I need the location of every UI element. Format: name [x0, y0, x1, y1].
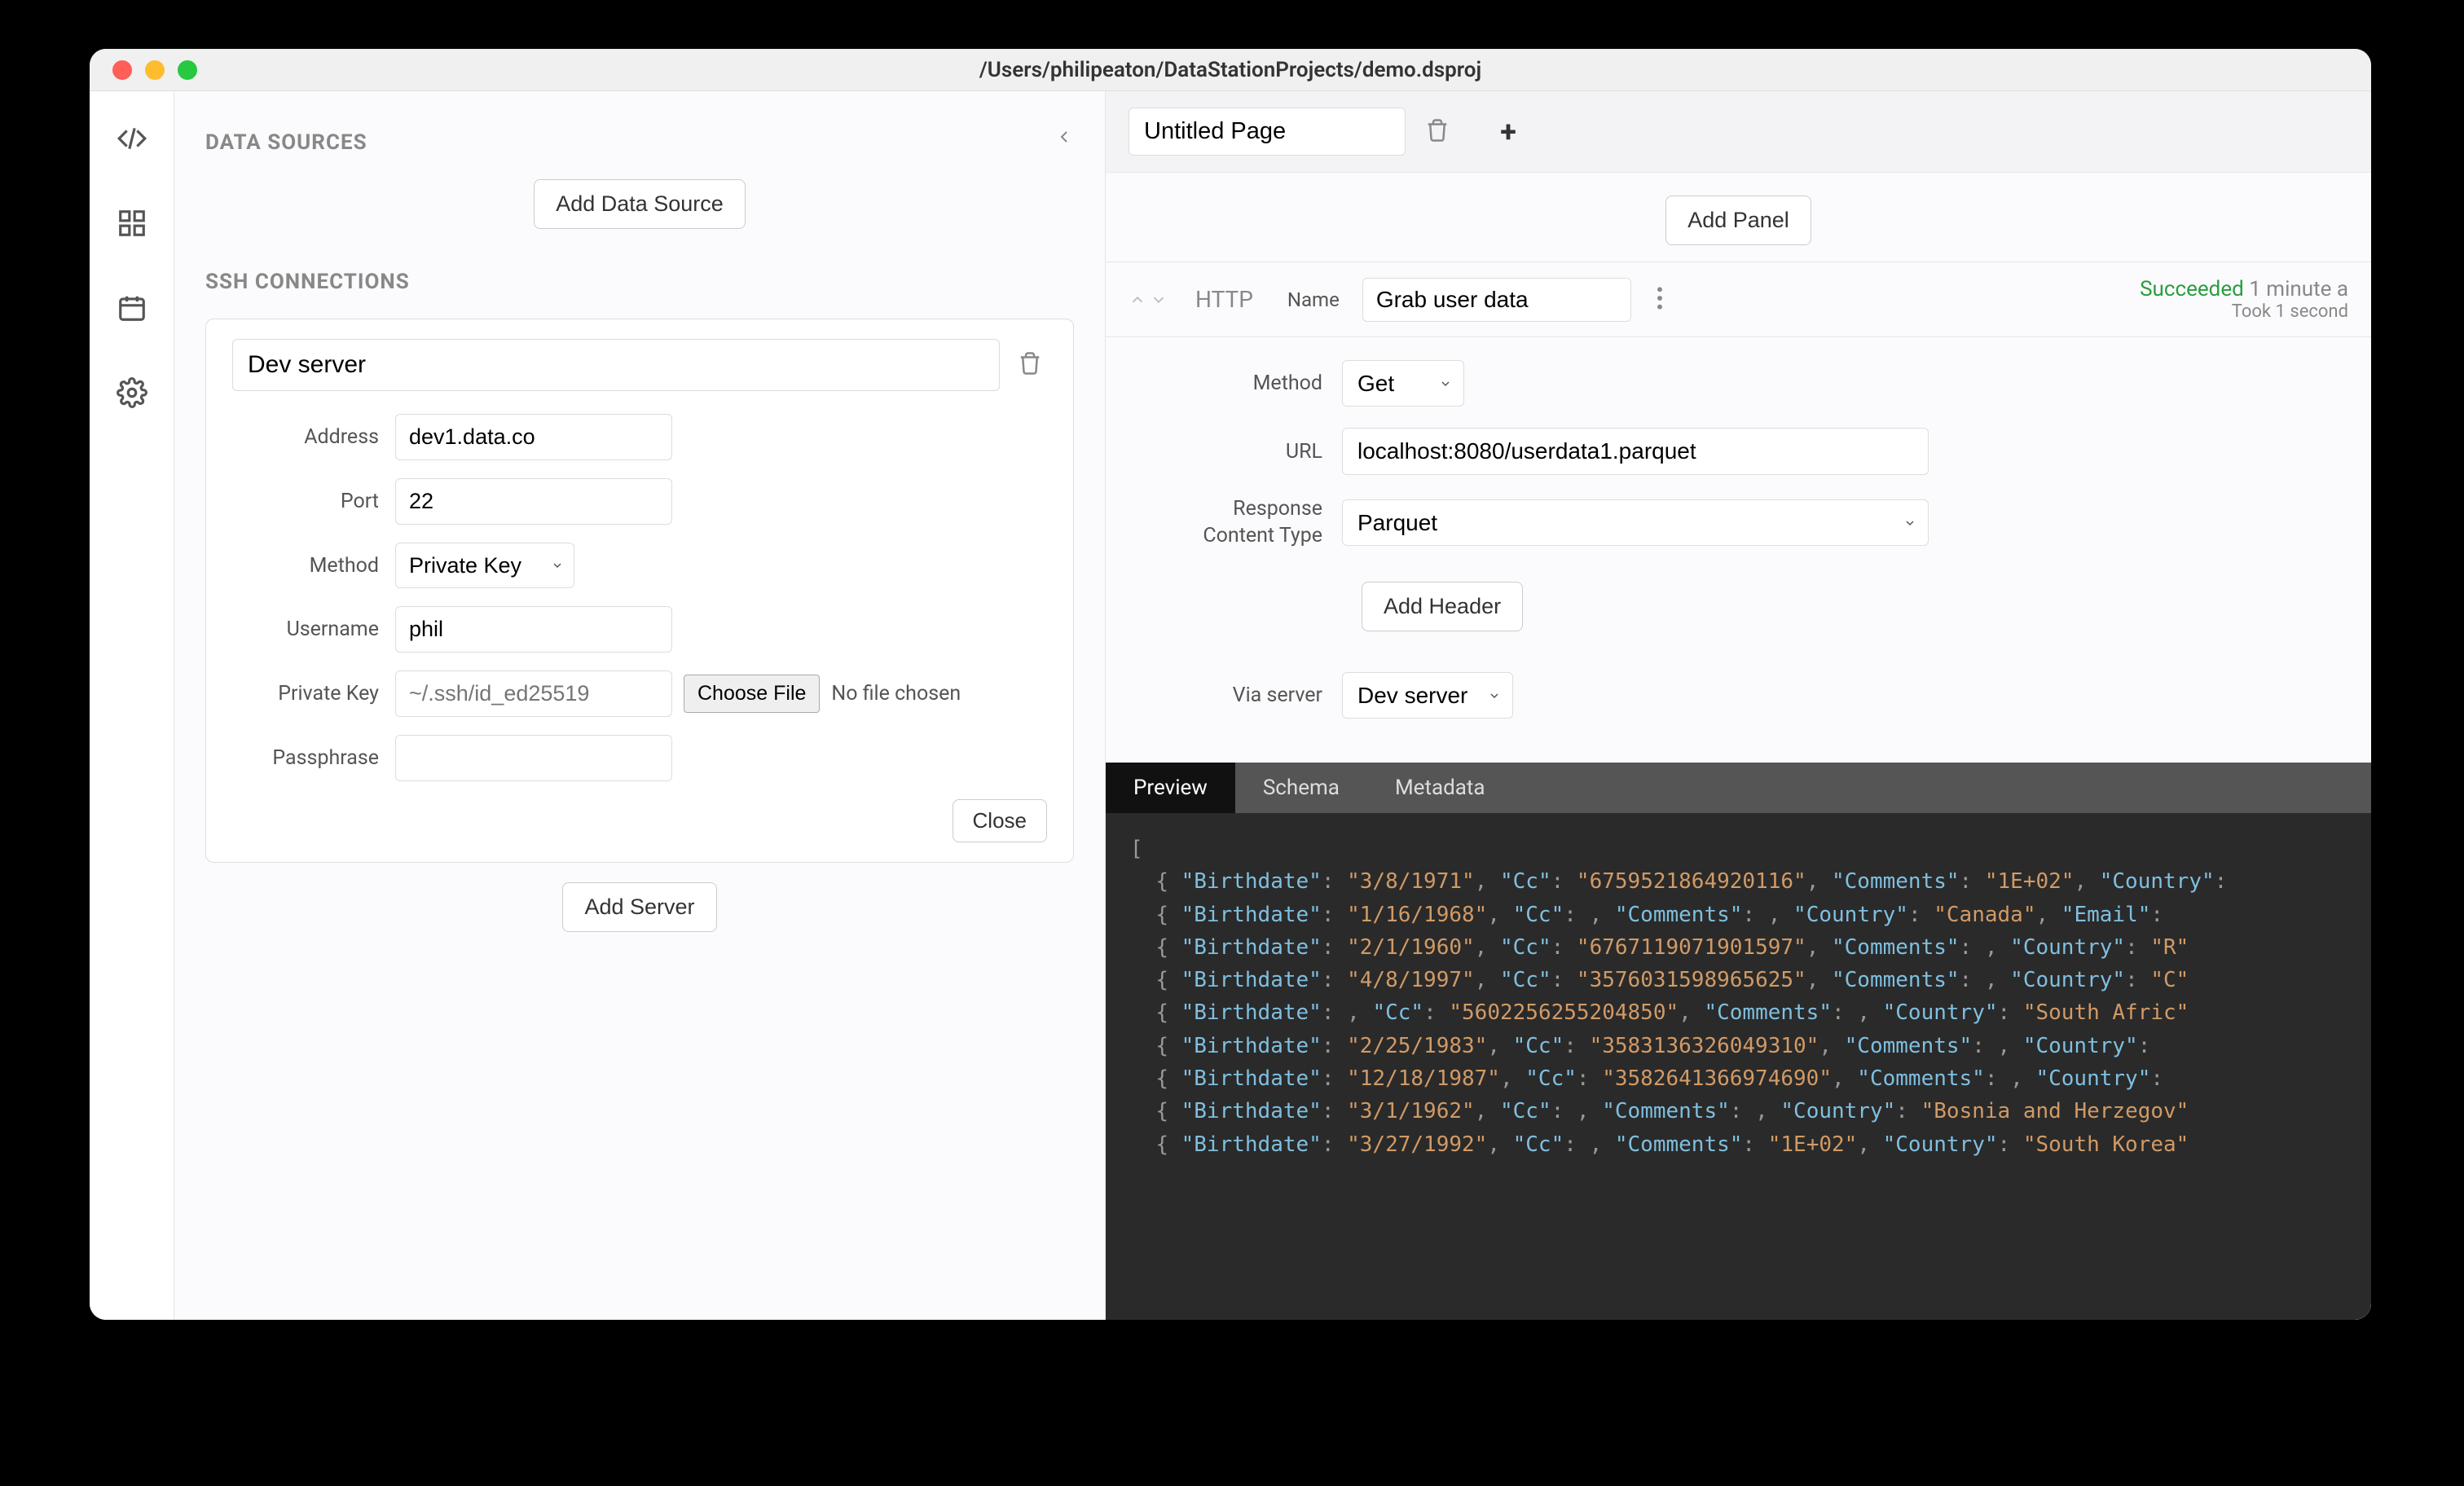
ssh-name-input[interactable]: [232, 339, 1000, 391]
panel-name-label: Name: [1287, 288, 1340, 311]
content-type-label: Response Content Type: [1138, 496, 1342, 549]
panel-name-input[interactable]: [1362, 278, 1631, 322]
http-panel: HTTP Name Succeeded 1 minute a Took 1 se…: [1106, 262, 2371, 1320]
tab-preview[interactable]: Preview: [1106, 763, 1235, 813]
add-panel-button[interactable]: Add Panel: [1665, 196, 1811, 245]
traffic-lights: [90, 60, 197, 80]
http-method-label: Method: [1138, 372, 1342, 395]
via-server-label: Via server: [1138, 684, 1342, 707]
code-icon[interactable]: [114, 121, 150, 156]
method-label: Method: [232, 554, 395, 578]
method-select[interactable]: Private Key: [395, 543, 574, 588]
delete-page-icon[interactable]: [1420, 113, 1454, 151]
sidebar: DATA SOURCES Add Data Source SSH CONNECT…: [174, 91, 1106, 1320]
app-window: /Users/philipeaton/DataStationProjects/d…: [90, 49, 2371, 1320]
dashboard-icon[interactable]: [114, 205, 150, 241]
preview-pane[interactable]: [ { "Birthdate": "3/8/1971", "Cc": "6759…: [1106, 813, 2371, 1320]
file-status: No file chosen: [831, 682, 961, 706]
content-type-select[interactable]: Parquet: [1342, 499, 1929, 546]
close-card-button[interactable]: Close: [953, 799, 1047, 842]
address-input[interactable]: [395, 414, 672, 460]
url-input[interactable]: [1342, 428, 1929, 475]
titlebar: /Users/philipeaton/DataStationProjects/d…: [90, 49, 2371, 91]
panel-body: Method Get URL Response Content Type: [1106, 337, 2371, 763]
ssh-connection-card: Address Port Method Private Key Username: [205, 319, 1074, 863]
calendar-icon[interactable]: [114, 290, 150, 326]
panel-header: HTTP Name Succeeded 1 minute a Took 1 se…: [1106, 262, 2371, 337]
page-header: +: [1106, 91, 2371, 173]
passphrase-input[interactable]: [395, 735, 672, 781]
http-method-select[interactable]: Get: [1342, 360, 1464, 407]
choose-file-button[interactable]: Choose File: [684, 675, 820, 713]
results-tabs: Preview Schema Metadata: [1106, 763, 2371, 813]
tab-schema[interactable]: Schema: [1235, 763, 1367, 813]
status-succeeded: Succeeded: [2140, 277, 2244, 301]
username-label: Username: [232, 618, 395, 641]
tab-metadata[interactable]: Metadata: [1367, 763, 1513, 813]
passphrase-label: Passphrase: [232, 746, 395, 770]
delete-ssh-icon[interactable]: [1013, 346, 1047, 384]
kebab-menu-icon[interactable]: [1656, 285, 1664, 314]
username-input[interactable]: [395, 606, 672, 653]
address-label: Address: [232, 425, 395, 449]
icon-rail: [90, 91, 174, 1320]
status-duration: Took 1 second: [2140, 301, 2348, 322]
ssh-connections-title: SSH CONNECTIONS: [205, 270, 1074, 294]
port-label: Port: [232, 490, 395, 513]
page-name-input[interactable]: [1129, 108, 1406, 156]
url-label: URL: [1138, 440, 1342, 464]
window-title: /Users/philipeaton/DataStationProjects/d…: [90, 58, 2371, 82]
add-server-button[interactable]: Add Server: [562, 882, 716, 932]
gear-icon[interactable]: [114, 375, 150, 411]
main-area: + Add Panel HTTP Name: [1106, 91, 2371, 1320]
collapse-sidebar-icon[interactable]: [1054, 127, 1074, 150]
private-key-input[interactable]: [395, 670, 672, 717]
close-window-button[interactable]: [112, 60, 132, 80]
panel-status: Succeeded 1 minute a Took 1 second: [2140, 277, 2348, 322]
add-header-button[interactable]: Add Header: [1362, 582, 1523, 631]
port-input[interactable]: [395, 478, 672, 525]
status-time: 1 minute a: [2249, 277, 2348, 301]
data-sources-title: DATA SOURCES: [205, 130, 1074, 155]
minimize-window-button[interactable]: [145, 60, 165, 80]
private-key-label: Private Key: [232, 682, 395, 706]
add-data-source-button[interactable]: Add Data Source: [534, 179, 746, 229]
zoom-window-button[interactable]: [178, 60, 197, 80]
add-page-icon[interactable]: +: [1485, 109, 1531, 155]
panel-reorder[interactable]: [1129, 291, 1168, 309]
panel-type-label: HTTP: [1195, 286, 1253, 313]
via-server-select[interactable]: Dev server: [1342, 672, 1513, 719]
